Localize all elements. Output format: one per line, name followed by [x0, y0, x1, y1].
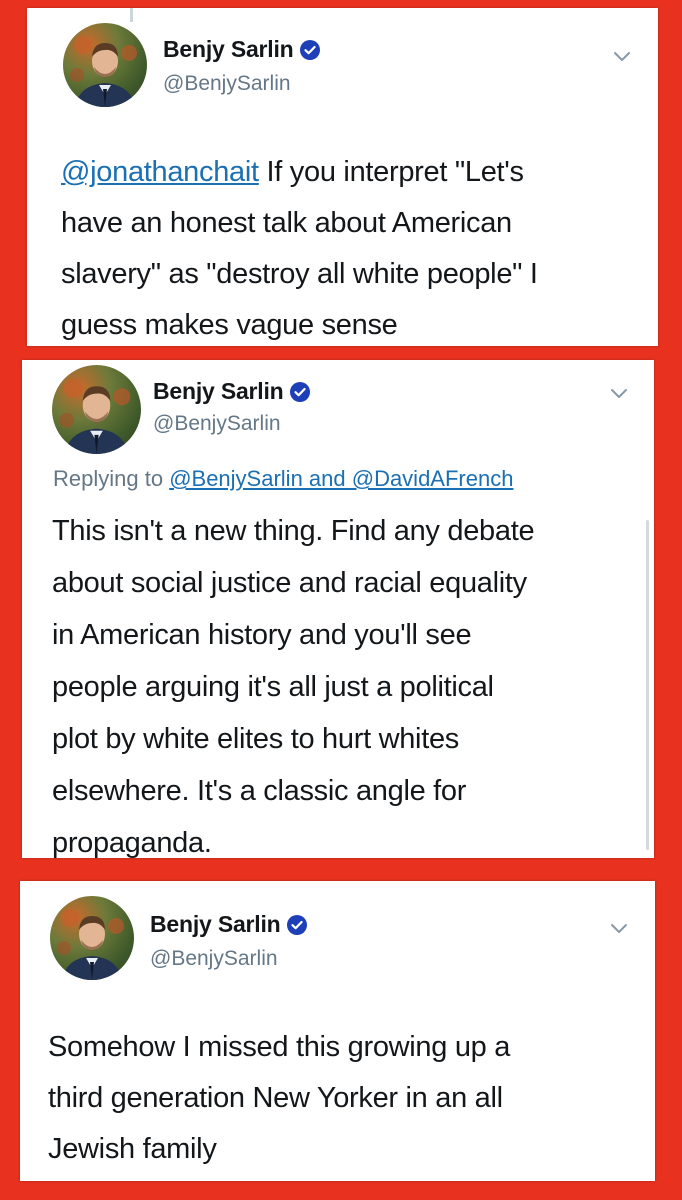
replying-to-label: Replying to [53, 466, 170, 491]
user-handle[interactable]: @BenjySarlin [150, 947, 278, 971]
chevron-down-icon[interactable] [613, 51, 631, 63]
tweet-text-line: propaganda. [52, 827, 212, 859]
tweet-text: Somehow I missed this growing up a third … [48, 1022, 638, 1175]
tweet-text-line: third generation New Yorker in an all [48, 1082, 503, 1114]
mention-link[interactable]: @jonathanchait [61, 156, 259, 188]
tweet-text-line: have an honest talk about American [61, 207, 512, 239]
tweet-text-line: elsewhere. It's a classic angle for [52, 775, 467, 807]
scrollbar[interactable] [646, 520, 649, 850]
tweet-card[interactable]: Benjy Sarlin @BenjySarlin @jonathanchait… [27, 8, 658, 346]
chevron-down-icon[interactable] [610, 923, 628, 935]
tweet-text-line: slavery" as "destroy all white people" I [61, 258, 538, 290]
verified-badge-icon [299, 39, 320, 60]
tweet-text-line: in American history and you'll see [52, 619, 472, 651]
tweet-text-line: If you interpret "Let's [258, 156, 524, 188]
tweet-text-line: This isn't a new thing. Find any debate [52, 515, 535, 547]
display-name[interactable]: Benjy Sarlin [163, 36, 294, 63]
author-name-row[interactable]: Benjy Sarlin [163, 36, 320, 63]
tweet-text-line: Jewish family [48, 1133, 217, 1165]
replying-to-link[interactable]: @BenjySarlin and @DavidAFrench [169, 466, 513, 491]
tweet-card[interactable]: Benjy Sarlin @BenjySarlin Somehow I miss… [20, 881, 655, 1181]
tweet-text-line: guess makes vague sense [61, 309, 398, 341]
thread-connector-line [130, 8, 133, 22]
user-handle[interactable]: @BenjySarlin [153, 412, 281, 436]
verified-badge-icon [286, 914, 307, 935]
chevron-down-icon[interactable] [610, 388, 628, 400]
tweet-text: @jonathanchait If you interpret "Let's ha… [61, 147, 646, 351]
display-name[interactable]: Benjy Sarlin [153, 378, 284, 405]
tweet-card[interactable]: Benjy Sarlin @BenjySarlin Replying to @B… [22, 360, 654, 859]
avatar[interactable] [63, 23, 147, 107]
author-name-row[interactable]: Benjy Sarlin [153, 378, 310, 405]
tweet-text-line: plot by white elites to hurt whites [52, 723, 459, 755]
author-name-row[interactable]: Benjy Sarlin [150, 911, 307, 938]
avatar[interactable] [50, 896, 134, 980]
display-name[interactable]: Benjy Sarlin [150, 911, 281, 938]
tweet-text: This isn't a new thing. Find any debate a… [52, 505, 642, 869]
tweet-text-line: people arguing it's all just a political [52, 671, 494, 703]
replying-to: Replying to @BenjySarlin and @DavidAFren… [53, 466, 513, 492]
verified-badge-icon [289, 381, 310, 402]
tweet-text-line: Somehow I missed this growing up a [48, 1031, 511, 1063]
tweet-text-line: about social justice and racial equality [52, 567, 527, 599]
user-handle[interactable]: @BenjySarlin [163, 72, 291, 96]
avatar[interactable] [52, 365, 141, 454]
